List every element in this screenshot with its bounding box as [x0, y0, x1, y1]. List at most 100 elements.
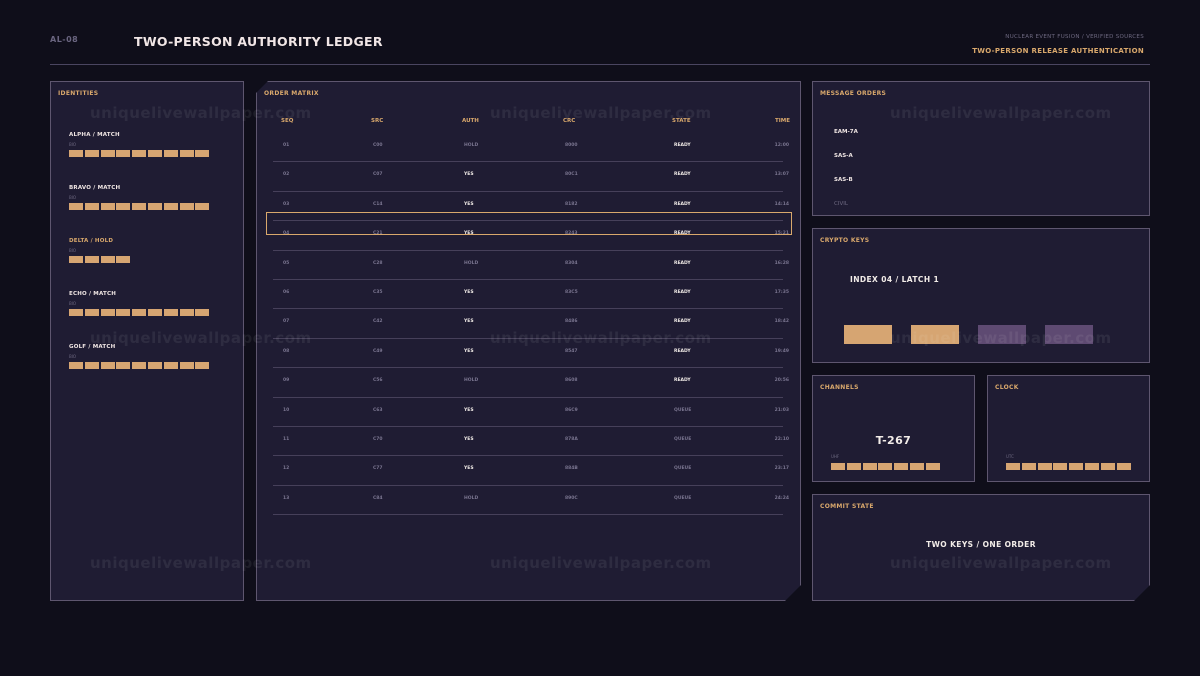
match-block — [132, 309, 147, 316]
match-block — [69, 256, 83, 263]
message-order-item[interactable]: EAM-7A — [834, 129, 858, 135]
match-block — [116, 203, 131, 210]
match-block — [163, 150, 178, 157]
table-cell: 8304 — [565, 260, 578, 266]
crypto-key-slot[interactable] — [844, 325, 892, 344]
table-row[interactable]: 10 C63 YES 86C9 QUEUE 21:03 — [273, 398, 789, 427]
table-cell: 14:14 — [774, 201, 789, 207]
match-block — [179, 150, 194, 157]
table-cell: READY — [674, 172, 691, 178]
table-cell: HOLD — [464, 143, 479, 148]
watermark: uniquelivewallpaper.com — [890, 554, 1112, 572]
table-cell: HOLD — [464, 260, 479, 266]
table-cell: 22:10 — [774, 437, 789, 442]
column-header[interactable]: TIME — [775, 118, 790, 124]
level-block — [909, 463, 924, 470]
level-block — [831, 463, 845, 470]
identity-match-bar — [69, 256, 131, 263]
identity-item[interactable]: BRAVO / MATCH BIO — [69, 185, 210, 210]
selected-row-highlight — [266, 212, 792, 235]
match-block — [195, 309, 210, 316]
identity-item[interactable]: DELTA / HOLD BIO — [69, 238, 131, 263]
table-cell: 12 — [283, 466, 290, 472]
table-cell: QUEUE — [674, 466, 692, 472]
match-block — [100, 203, 115, 210]
level-block — [862, 463, 877, 470]
identity-label: DELTA / HOLD — [69, 238, 114, 244]
identity-sub-label: BIO — [69, 301, 77, 306]
table-cell: 21:03 — [774, 407, 789, 413]
level-block — [878, 463, 893, 470]
match-block — [69, 203, 83, 210]
column-header[interactable]: SRC — [371, 118, 383, 124]
message-orders-title: MESSAGE ORDERS — [820, 90, 887, 97]
table-cell: 80C1 — [565, 172, 578, 178]
table-cell: 16:28 — [774, 260, 789, 266]
level-block — [1069, 463, 1084, 470]
identity-item[interactable]: ECHO / MATCH BIO — [69, 291, 210, 316]
table-cell: C35 — [373, 290, 383, 295]
message-orders-panel: MESSAGE ORDERS EAM-7A SAS-A SAS-B CIVIL — [812, 81, 1150, 216]
level-block — [1021, 463, 1036, 470]
table-cell: 08 — [283, 348, 290, 354]
table-row[interactable]: 12 C77 YES 884B QUEUE 23:17 — [273, 456, 789, 486]
clock-level-bar — [1006, 463, 1131, 470]
table-cell: 8608 — [565, 378, 578, 384]
table-cell: 02 — [283, 172, 290, 178]
identity-label: BRAVO / MATCH — [69, 185, 121, 191]
table-cell: 24:24 — [774, 495, 789, 501]
match-block — [100, 150, 115, 157]
channel-value: T-267 — [875, 434, 912, 447]
table-row[interactable]: 11 C70 YES 878A QUEUE 22:10 — [273, 427, 789, 457]
channel-level-bar — [831, 463, 940, 470]
table-row[interactable]: 13 C84 HOLD 890C QUEUE 24:24 — [273, 486, 789, 516]
watermark: uniquelivewallpaper.com — [490, 104, 712, 122]
table-cell: 06 — [283, 290, 290, 295]
table-row[interactable]: 01 C00 HOLD 8000 READY 12:00 — [273, 133, 789, 163]
table-cell: 01 — [283, 143, 290, 148]
table-row[interactable]: 09 C56 HOLD 8608 READY 20:56 — [273, 368, 789, 398]
table-cell: YES — [464, 437, 474, 442]
table-cell: C77 — [373, 466, 383, 472]
table-cell: QUEUE — [674, 437, 692, 442]
table-cell: 8182 — [565, 201, 578, 207]
table-cell: 13:07 — [774, 172, 789, 178]
column-header[interactable]: AUTH — [462, 118, 479, 124]
level-block — [1100, 463, 1115, 470]
table-cell: YES — [464, 290, 474, 295]
match-block — [84, 256, 99, 263]
match-block — [195, 203, 210, 210]
match-block — [69, 150, 83, 157]
match-block — [84, 150, 99, 157]
identity-sub-label: BIO — [69, 195, 77, 200]
match-block — [132, 203, 147, 210]
table-cell: 86C9 — [565, 407, 578, 413]
commit-state-title: COMMIT STATE — [820, 503, 874, 510]
table-cell: READY — [674, 348, 691, 354]
match-block — [132, 362, 147, 369]
table-row[interactable]: 02 C07 YES 80C1 READY 13:07 — [273, 162, 789, 192]
level-block — [1053, 463, 1068, 470]
clock-zone: UTC — [1006, 454, 1014, 459]
match-block — [163, 309, 178, 316]
table-row[interactable]: 06 C35 YES 83C5 READY 17:35 — [273, 280, 789, 310]
table-cell: YES — [464, 348, 474, 354]
table-cell: 03 — [283, 201, 290, 207]
message-order-item[interactable]: SAS-B — [834, 177, 853, 183]
watermark: uniquelivewallpaper.com — [490, 554, 712, 572]
table-cell: 07 — [283, 319, 290, 325]
table-cell: 19:49 — [774, 348, 789, 354]
identity-match-bar — [69, 309, 210, 316]
identity-item[interactable]: GOLF / MATCH BIO — [69, 344, 210, 369]
message-order-item[interactable]: SAS-A — [834, 153, 853, 159]
level-block — [925, 463, 940, 470]
header-divider — [50, 64, 1150, 65]
table-cell: QUEUE — [674, 407, 692, 413]
table-row[interactable]: 05 C28 HOLD 8304 READY 16:28 — [273, 251, 789, 280]
identity-item[interactable]: ALPHA / MATCH BIO — [69, 132, 210, 157]
level-block — [1084, 463, 1099, 470]
table-cell: 890C — [565, 495, 578, 501]
channel-band: UHF — [831, 454, 840, 459]
message-order-item[interactable]: CIVIL — [834, 201, 848, 207]
clock-title: CLOCK — [995, 384, 1019, 391]
